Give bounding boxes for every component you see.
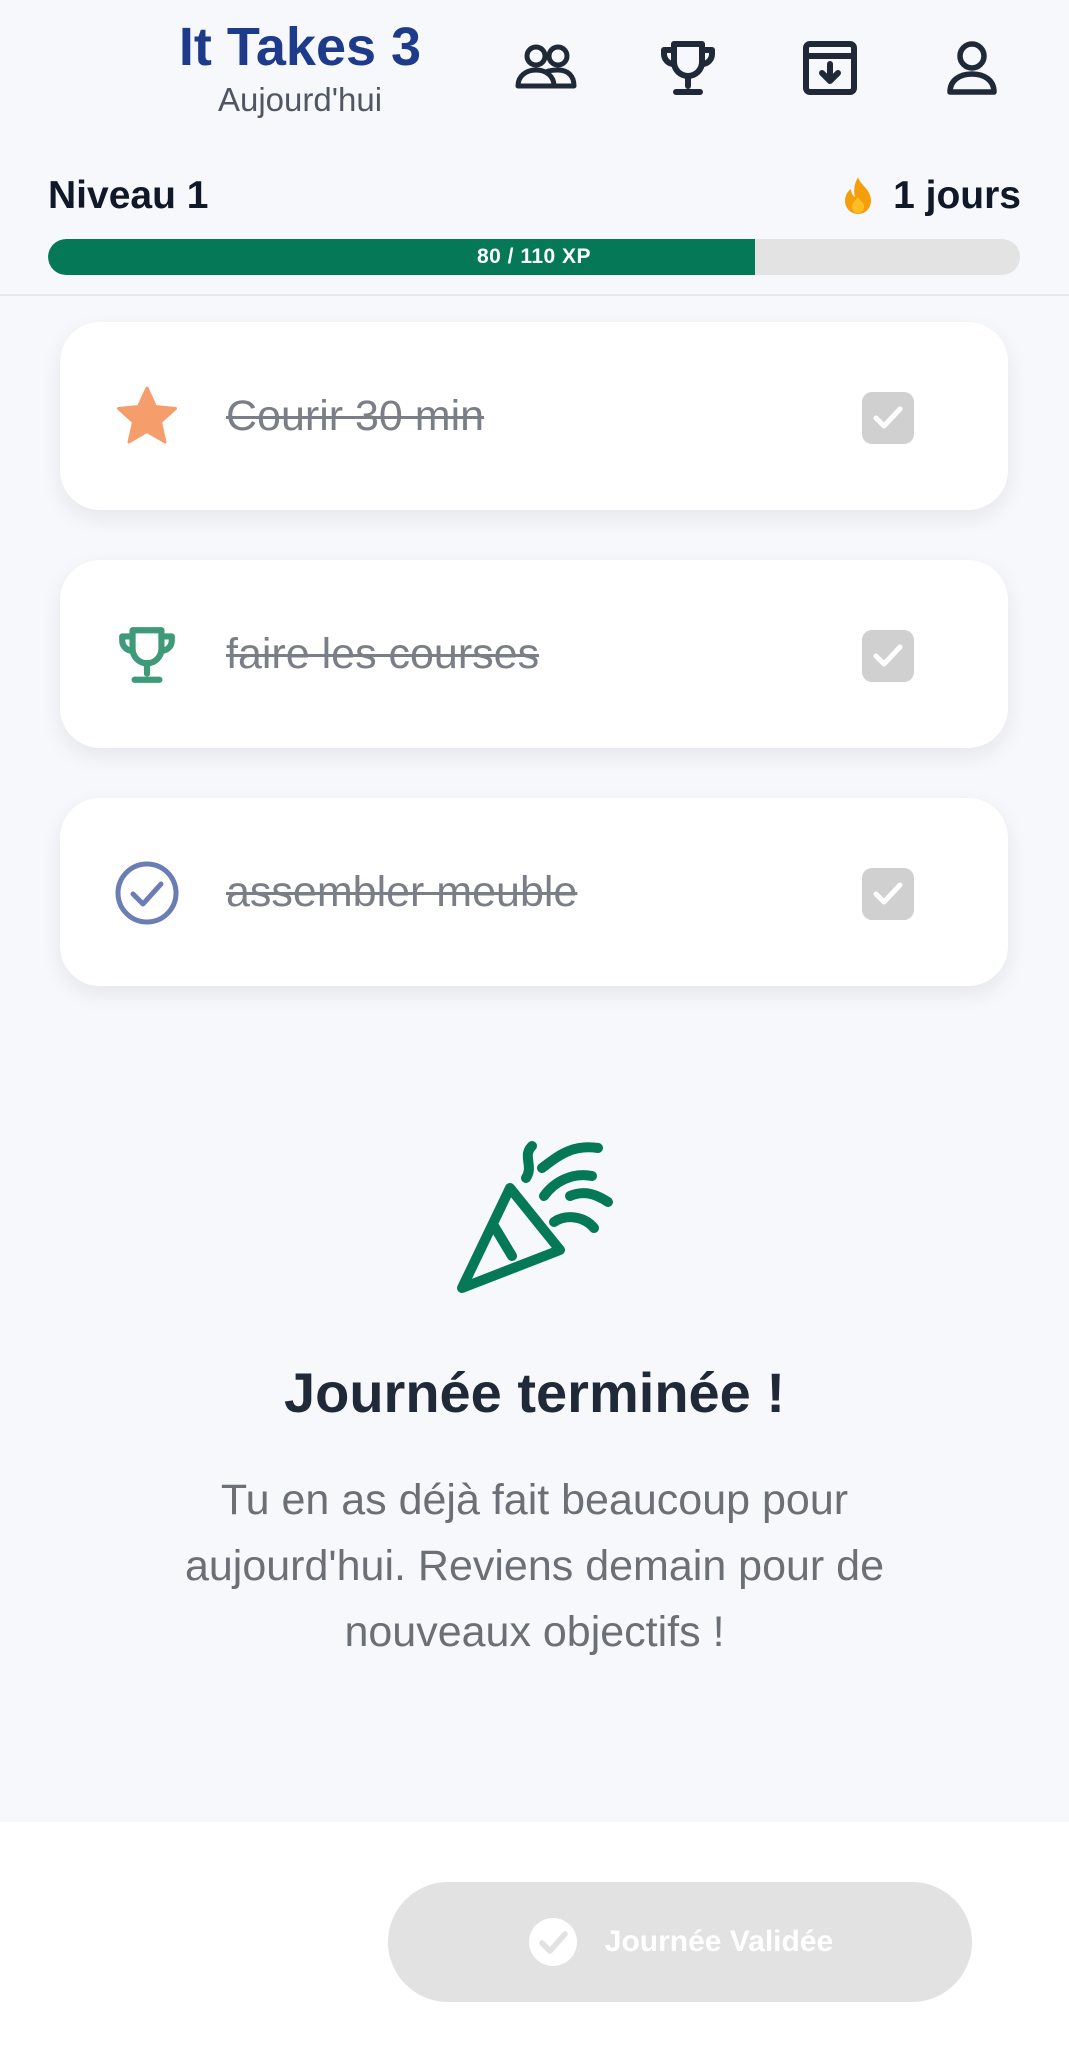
- star-icon: [117, 386, 177, 444]
- task-card[interactable]: Courir 30 min: [60, 322, 1008, 510]
- friends-button[interactable]: [506, 36, 586, 100]
- xp-progress-text: 80 / 110 XP: [476, 245, 592, 268]
- app-screen: It Takes 3 Aujourd'hui Niveau 1 1 jours …: [0, 0, 1069, 2048]
- app-title: It Takes 3: [178, 17, 422, 77]
- task-checkbox[interactable]: [862, 868, 914, 920]
- task-icon-container: [112, 382, 182, 452]
- validate-day-button[interactable]: Journée Validée: [388, 1882, 972, 2002]
- title-block: It Takes 3 Aujourd'hui: [140, 14, 460, 120]
- task-label: faire les courses: [226, 630, 540, 678]
- checkmark-icon: [873, 882, 903, 905]
- profile-button[interactable]: [932, 36, 1012, 100]
- app-subtitle: Aujourd'hui: [217, 81, 383, 118]
- profile-icon: [947, 41, 997, 95]
- header: It Takes 3 Aujourd'hui Niveau 1 1 jours …: [0, 0, 1069, 296]
- validate-day-label: Journée Validée: [604, 1925, 834, 1958]
- trophy-icon: [119, 627, 175, 683]
- task-icon-container: [112, 858, 182, 928]
- checkmark-icon: [873, 406, 903, 429]
- task-label: assembler meuble: [226, 868, 578, 916]
- checkmark-icon: [873, 644, 903, 667]
- task-card[interactable]: faire les courses: [60, 560, 1008, 748]
- streak-text: 1 jours: [893, 174, 1021, 217]
- task-card[interactable]: assembler meuble: [60, 798, 1008, 986]
- party-popper-icon: [457, 1141, 613, 1293]
- streak-counter: 1 jours: [839, 174, 1021, 218]
- trophy-icon: [661, 41, 715, 95]
- check-circle-icon: [115, 861, 179, 925]
- fire-icon: [845, 177, 872, 214]
- archive-button[interactable]: [790, 36, 870, 100]
- archive-icon: [803, 41, 857, 95]
- task-checkbox[interactable]: [862, 392, 914, 444]
- task-label: Courir 30 min: [226, 392, 485, 440]
- footer: Journée Validée: [0, 1822, 1069, 2048]
- check-circle-icon: [528, 1918, 577, 1966]
- task-icon-container: [112, 620, 182, 690]
- trophies-button[interactable]: [648, 36, 728, 100]
- completion-message: Tu en as déjà fait beaucoup pour aujourd…: [184, 1476, 885, 1656]
- group-icon: [515, 44, 577, 89]
- completion-title: Journée terminée !: [283, 1361, 786, 1424]
- level-label: Niveau 1: [48, 174, 209, 217]
- task-checkbox[interactable]: [862, 630, 914, 682]
- xp-progress-bar: 80 / 110 XP: [48, 239, 1020, 275]
